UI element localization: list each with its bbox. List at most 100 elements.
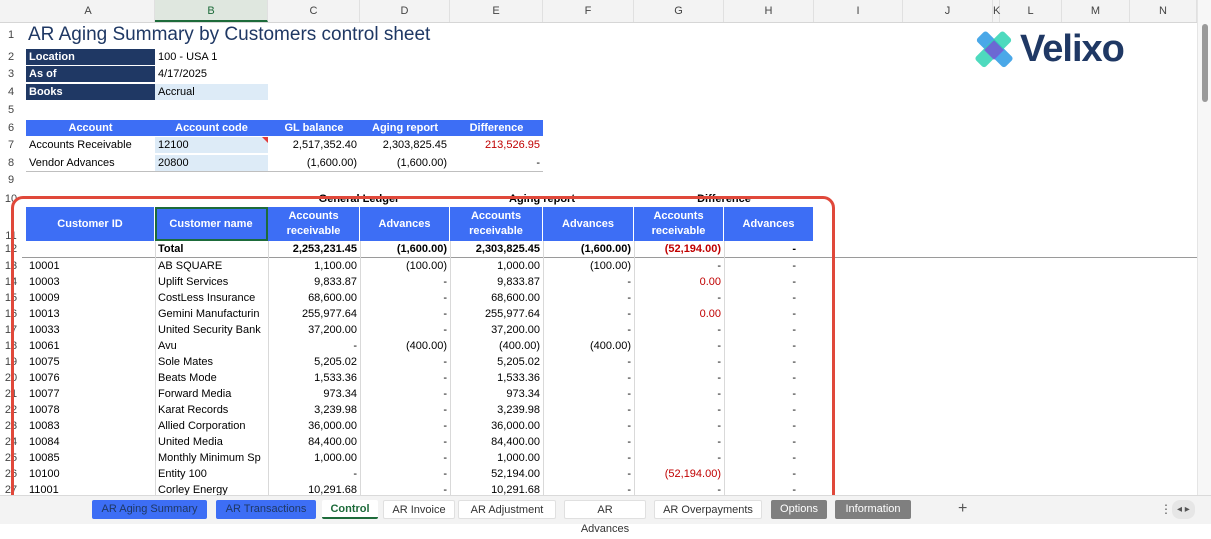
gl-advances-cell[interactable]: - <box>360 322 450 338</box>
customer-name-cell[interactable]: Allied Corporation <box>155 418 268 434</box>
aging-advances-cell[interactable]: - <box>543 274 634 290</box>
gl-ar-cell[interactable]: 84,400.00 <box>268 434 360 450</box>
header-aging-advances[interactable]: Advances <box>543 207 634 241</box>
column-header-d[interactable]: D <box>360 0 450 22</box>
row-header-14[interactable]: 14 <box>0 274 22 290</box>
diff-advances-cell[interactable]: - <box>724 258 799 274</box>
customer-name-cell[interactable]: Uplift Services <box>155 274 268 290</box>
diff-ar-cell[interactable]: 0.00 <box>634 306 724 322</box>
diff-advances-cell[interactable]: - <box>724 402 799 418</box>
gl-advances-cell[interactable]: - <box>360 450 450 466</box>
aging-ar-cell[interactable]: 973.34 <box>450 386 543 402</box>
gl-advances-cell[interactable]: - <box>360 418 450 434</box>
gl-advances-cell[interactable]: - <box>360 370 450 386</box>
diff-ar-cell[interactable]: - <box>634 450 724 466</box>
diff-advances-cell[interactable]: - <box>724 386 799 402</box>
header-customer-id[interactable]: Customer ID <box>26 207 155 241</box>
row-header-25[interactable]: 25 <box>0 450 22 466</box>
diff-ar-cell[interactable]: - <box>634 258 724 274</box>
gl-advances-cell[interactable]: (100.00) <box>360 258 450 274</box>
sheet-tab-ar-advances[interactable]: AR Advances <box>564 500 646 535</box>
gl-ar-cell[interactable]: 36,000.00 <box>268 418 360 434</box>
gl-advances-cell[interactable]: - <box>360 274 450 290</box>
customer-name-cell[interactable]: Beats Mode <box>155 370 268 386</box>
recon-difference[interactable]: - <box>450 155 543 171</box>
sheet-tab-ar-aging-summary[interactable]: AR Aging Summary <box>92 500 207 519</box>
param-value-books[interactable]: Accrual <box>155 84 268 100</box>
row-header-16[interactable]: 16 <box>0 306 22 322</box>
param-value-location[interactable]: 100 - USA 1 <box>155 49 268 65</box>
total-gl-advances[interactable]: (1,600.00) <box>360 241 450 257</box>
sheet-tab-ar-overpayments[interactable]: AR Overpayments <box>654 500 762 519</box>
aging-ar-cell[interactable]: 36,000.00 <box>450 418 543 434</box>
column-header-k[interactable]: K <box>993 0 1000 22</box>
recon-account-code[interactable]: 12100 <box>155 137 268 153</box>
gl-ar-cell[interactable]: 68,600.00 <box>268 290 360 306</box>
aging-ar-cell[interactable]: 9,833.87 <box>450 274 543 290</box>
customer-id-cell[interactable]: 10083 <box>26 418 155 434</box>
column-header-i[interactable]: I <box>814 0 903 22</box>
diff-advances-cell[interactable]: - <box>724 306 799 322</box>
customer-name-cell[interactable]: AB SQUARE <box>155 258 268 274</box>
row-header-22[interactable]: 22 <box>0 402 22 418</box>
gl-ar-cell[interactable]: 1,000.00 <box>268 450 360 466</box>
diff-ar-cell[interactable]: - <box>634 434 724 450</box>
aging-advances-cell[interactable]: - <box>543 402 634 418</box>
diff-advances-cell[interactable]: - <box>724 290 799 306</box>
column-header-m[interactable]: M <box>1062 0 1130 22</box>
aging-advances-cell[interactable]: - <box>543 418 634 434</box>
aging-advances-cell[interactable]: - <box>543 450 634 466</box>
row-header-26[interactable]: 26 <box>0 466 22 482</box>
select-all-corner[interactable] <box>0 0 22 22</box>
customer-name-cell[interactable]: Sole Mates <box>155 354 268 370</box>
aging-ar-cell[interactable]: 255,977.64 <box>450 306 543 322</box>
param-value-as-of[interactable]: 4/17/2025 <box>155 66 268 82</box>
customer-name-cell[interactable]: United Media <box>155 434 268 450</box>
aging-ar-cell[interactable]: 84,400.00 <box>450 434 543 450</box>
gl-advances-cell[interactable]: - <box>360 386 450 402</box>
diff-ar-cell[interactable]: 0.00 <box>634 274 724 290</box>
diff-advances-cell[interactable]: - <box>724 274 799 290</box>
aging-ar-cell[interactable]: 5,205.02 <box>450 354 543 370</box>
column-header-a[interactable]: A <box>22 0 155 22</box>
customer-id-cell[interactable]: 10085 <box>26 450 155 466</box>
customer-name-cell[interactable]: Entity 100 <box>155 466 268 482</box>
gl-ar-cell[interactable]: - <box>268 466 360 482</box>
customer-id-cell[interactable]: 10001 <box>26 258 155 274</box>
aging-advances-cell[interactable]: - <box>543 322 634 338</box>
gl-advances-cell[interactable]: - <box>360 354 450 370</box>
add-sheet-button[interactable]: + <box>950 499 975 518</box>
row-header-5[interactable]: 5 <box>0 102 22 118</box>
recon-difference[interactable]: 213,526.95 <box>450 137 543 153</box>
row-header-19[interactable]: 19 <box>0 354 22 370</box>
aging-advances-cell[interactable]: (400.00) <box>543 338 634 354</box>
gl-ar-cell[interactable]: 1,533.36 <box>268 370 360 386</box>
recon-account[interactable]: Accounts Receivable <box>26 137 155 153</box>
row-header-13[interactable]: 13 <box>0 258 22 274</box>
aging-ar-cell[interactable]: 68,600.00 <box>450 290 543 306</box>
row-header-12[interactable]: 12 <box>0 241 22 257</box>
customer-name-cell[interactable]: Forward Media <box>155 386 268 402</box>
total-gl-ar[interactable]: 2,253,231.45 <box>268 241 360 257</box>
customer-id-cell[interactable]: 10077 <box>26 386 155 402</box>
gl-advances-cell[interactable]: - <box>360 290 450 306</box>
header-gl-accounts-receivable[interactable]: Accounts receivable <box>268 207 360 241</box>
diff-advances-cell[interactable]: - <box>724 466 799 482</box>
row-header-4[interactable]: 4 <box>0 84 22 100</box>
customer-name-cell[interactable]: Gemini Manufacturin <box>155 306 268 322</box>
sheet-tab-ar-transactions[interactable]: AR Transactions <box>216 500 316 519</box>
sheet-tab-ar-invoice[interactable]: AR Invoice <box>383 500 455 519</box>
gl-advances-cell[interactable]: - <box>360 306 450 322</box>
aging-advances-cell[interactable]: - <box>543 354 634 370</box>
total-aging-ar[interactable]: 2,303,825.45 <box>450 241 543 257</box>
diff-advances-cell[interactable]: - <box>724 322 799 338</box>
recon-account-code[interactable]: 20800 <box>155 155 268 171</box>
aging-advances-cell[interactable]: - <box>543 466 634 482</box>
diff-advances-cell[interactable]: - <box>724 434 799 450</box>
customer-id-cell[interactable]: 10078 <box>26 402 155 418</box>
customer-name-cell[interactable]: CostLess Insurance <box>155 290 268 306</box>
sheet-nav-arrows-icon[interactable]: ◂ ▸ <box>1172 500 1195 519</box>
diff-ar-cell[interactable]: (52,194.00) <box>634 466 724 482</box>
sheet-tab-options[interactable]: Options <box>771 500 827 519</box>
sheet-tab-ar-adjustment[interactable]: AR Adjustment <box>458 500 556 519</box>
